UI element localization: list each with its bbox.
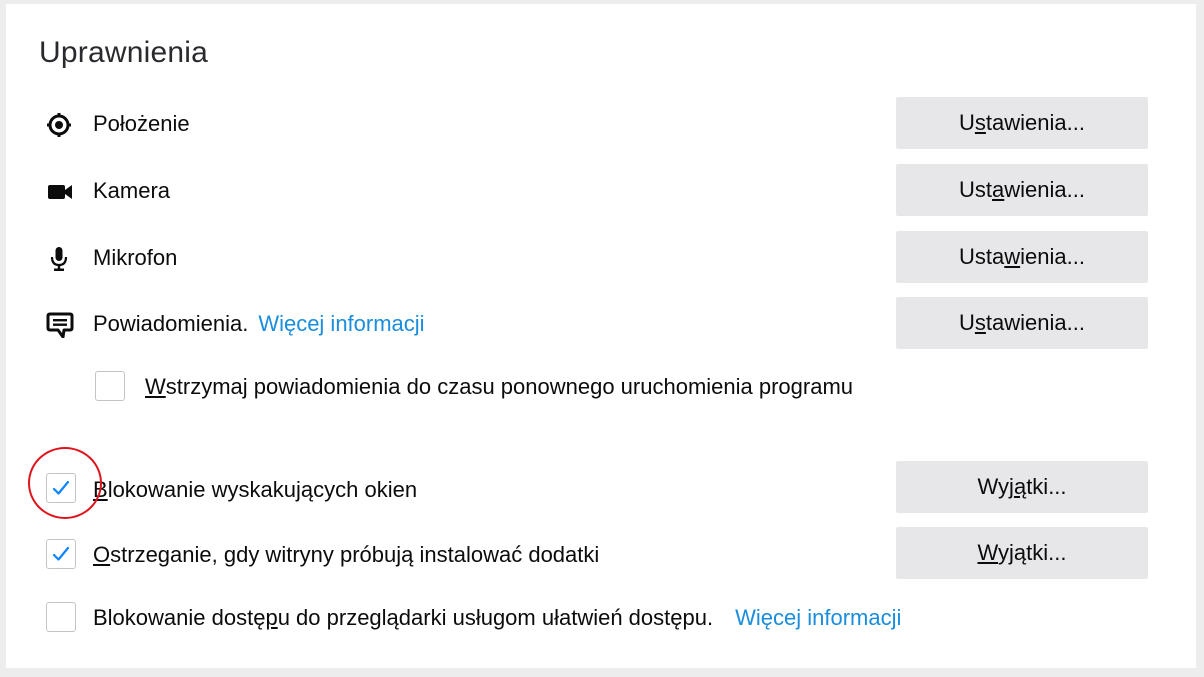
notifications-settings-button[interactable]: Ustawienia... <box>896 297 1148 349</box>
permission-row-microphone: Mikrofon Ustawienia... <box>0 231 1204 285</box>
camera-settings-button[interactable]: Ustawienia... <box>896 164 1148 216</box>
location-icon <box>44 112 76 138</box>
permission-row-notifications: Powiadomienia. Więcej informacji Ustawien… <box>0 297 1204 351</box>
checkmark-icon <box>52 546 70 561</box>
block-accessibility-label-text[interactable]: Blokowanie dostępu do przeglądarki usług… <box>93 605 713 630</box>
block-popups-label[interactable]: Blokowanie wyskakujących okien <box>93 477 417 503</box>
warn-addons-exceptions-button[interactable]: Wyjątki... <box>896 527 1148 579</box>
notifications-learn-more-link[interactable]: Więcej informacji <box>258 311 424 336</box>
permission-row-location: Położenie Ustawienia... <box>0 97 1204 151</box>
microphone-settings-button[interactable]: Ustawienia... <box>896 231 1148 283</box>
location-label: Położenie <box>93 111 190 136</box>
block-accessibility-label: Blokowanie dostępu do przeglądarki usług… <box>93 605 901 631</box>
microphone-icon <box>44 246 76 272</box>
microphone-label: Mikrofon <box>93 245 178 270</box>
block-accessibility-checkbox[interactable] <box>46 602 76 632</box>
checkmark-icon <box>52 480 70 495</box>
notifications-label-text: Powiadomienia. <box>93 311 249 336</box>
location-settings-button[interactable]: Ustawienia... <box>896 97 1148 149</box>
permission-row-camera: Kamera Ustawienia... <box>0 164 1204 218</box>
camera-label: Kamera <box>93 178 171 203</box>
notifications-label: Powiadomienia. Więcej informacji <box>93 311 425 337</box>
pause-notifications-checkbox[interactable] <box>95 371 125 401</box>
accessibility-learn-more-link[interactable]: Więcej informacji <box>735 605 901 630</box>
block-popups-exceptions-button[interactable]: Wyjątki... <box>896 461 1148 513</box>
pause-notifications-label[interactable]: Wstrzymaj powiadomienia do czasu ponowne… <box>145 374 853 400</box>
warn-addons-checkbox[interactable] <box>46 539 76 569</box>
camera-icon <box>44 179 76 205</box>
notification-icon <box>44 312 76 339</box>
block-popups-checkbox[interactable] <box>46 473 76 503</box>
warn-addons-label[interactable]: Ostrzeganie, gdy witryny próbują instalo… <box>93 542 599 568</box>
section-title: Uprawnienia <box>39 36 208 69</box>
